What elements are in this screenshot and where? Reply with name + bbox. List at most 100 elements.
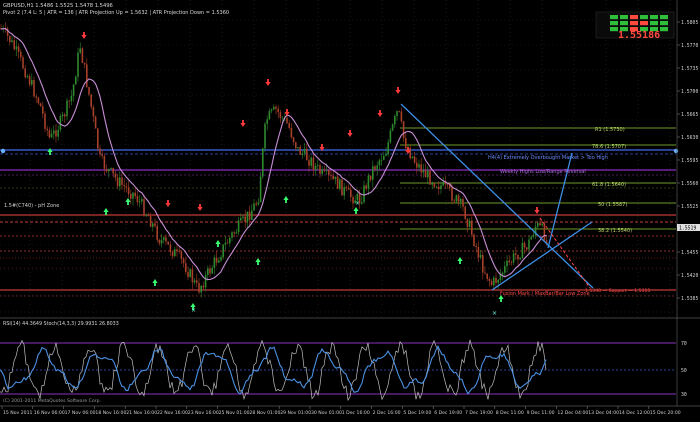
time-tick: 15 Nov 2011: [3, 410, 32, 416]
candle-body: [246, 211, 249, 223]
candle-body: [429, 170, 431, 185]
cross-marker-icon: ×: [355, 200, 360, 207]
candle-body: [506, 260, 508, 267]
price-tick: 1.5525: [681, 204, 698, 210]
candle-body: [438, 186, 440, 189]
candle-body: [387, 142, 389, 155]
time-tick: 16 Nov 06:00: [34, 410, 65, 416]
candle-body: [398, 111, 400, 112]
candle-body: [394, 116, 396, 125]
candle-body: [273, 106, 275, 110]
candle-body: [185, 263, 187, 272]
candle-body: [134, 192, 136, 197]
candle-body: [363, 185, 365, 203]
candle-body: [330, 174, 332, 176]
candle-body: [328, 170, 330, 175]
candle-body: [28, 76, 31, 85]
candle-body: [319, 165, 321, 174]
candle-body: [347, 187, 350, 190]
candle-body: [229, 237, 231, 244]
candle-body: [70, 95, 73, 102]
current-price-marker: 1.5519: [677, 224, 700, 232]
candle-body: [501, 272, 504, 275]
candle-body: [116, 177, 119, 187]
time-tick: 25 Nov 01:00: [219, 410, 250, 416]
candle-body: [86, 64, 88, 88]
candle-body: [528, 239, 530, 250]
candle-body: [147, 214, 150, 217]
candle-body: [187, 271, 189, 278]
candle-body: [376, 165, 378, 170]
candle-body: [48, 130, 51, 138]
candle-body: [125, 186, 128, 188]
candle-body: [537, 222, 539, 227]
candle-body: [295, 142, 297, 149]
trading-chart-window[interactable]: × × × 1.5#(C740) - pH Zone R1 (1.5730) 78.…: [0, 0, 700, 418]
candle-body: [105, 168, 108, 172]
candle-body: [9, 35, 11, 42]
candle-body: [352, 197, 354, 204]
time-tick: 30 Nov 01:00: [311, 410, 342, 416]
fib-50-label: 50 (1.5587): [598, 202, 627, 208]
candle-body: [268, 110, 271, 120]
current-price-label: 1.5519: [679, 226, 696, 232]
time-tick: 29 Nov 01:00: [280, 410, 311, 416]
candle-body: [310, 157, 312, 166]
chart-canvas[interactable]: × × × 1.5#(C740) - pH Zone R1 (1.5730) 78.…: [0, 0, 700, 418]
candle-body: [314, 165, 317, 170]
candle-body: [240, 217, 242, 221]
candle-body: [539, 222, 541, 226]
candle-body: [345, 187, 348, 188]
candle-body: [136, 196, 139, 203]
candle-body: [127, 187, 130, 195]
candle-body: [176, 249, 178, 251]
candle-body: [20, 51, 22, 58]
candle-body: [372, 166, 374, 180]
dashboard-cell: [630, 21, 638, 26]
candle-body: [464, 206, 466, 219]
candle-body: [110, 167, 112, 170]
dashboard-cell: [610, 27, 618, 32]
candle-body: [427, 170, 429, 178]
candle-body: [193, 280, 196, 283]
time-tick: 12 Dec 04:00: [557, 410, 588, 416]
price-tick: 1.5595: [681, 158, 698, 164]
candle-body: [424, 170, 427, 178]
candle-body: [317, 165, 319, 166]
candle-body: [288, 123, 290, 128]
signal-dashboard[interactable]: 1.55186: [595, 11, 675, 41]
fib-618-label: 61.8 (1.5640): [592, 182, 626, 188]
candle-body: [262, 148, 264, 177]
cross-marker-icon: ×: [492, 310, 497, 317]
candle-body: [200, 285, 202, 293]
candle-body: [94, 116, 97, 129]
candle-body: [253, 203, 255, 211]
dashboard-cell: [620, 21, 628, 26]
candle-body: [33, 79, 35, 97]
candle-body: [385, 154, 387, 156]
candle-body: [292, 137, 295, 143]
osc-tick-30: 30: [681, 392, 687, 398]
candle-body: [515, 253, 517, 255]
candle-body: [332, 175, 334, 180]
candle-body: [279, 112, 282, 118]
candle-body: [101, 154, 103, 156]
candle-body: [433, 183, 436, 187]
symbol-header: GBPUSD,H1 1.5486 1.5525 1.5478 1.5496: [3, 3, 113, 9]
candle-body: [418, 164, 420, 168]
candle-body: [321, 169, 323, 174]
candle-body: [169, 244, 172, 253]
candle-body: [209, 268, 211, 274]
dashboard-cell: [660, 27, 668, 32]
candle-body: [218, 260, 220, 263]
cross-marker-icon: ×: [191, 307, 196, 314]
candle-body: [17, 46, 20, 52]
candle-body: [68, 100, 70, 102]
candle-body: [336, 176, 339, 189]
candle-body: [413, 156, 416, 163]
candle-body: [211, 267, 213, 274]
candle-body: [152, 223, 154, 227]
candle-body: [180, 251, 183, 259]
candle-body: [79, 48, 81, 53]
candle-body: [488, 278, 491, 281]
